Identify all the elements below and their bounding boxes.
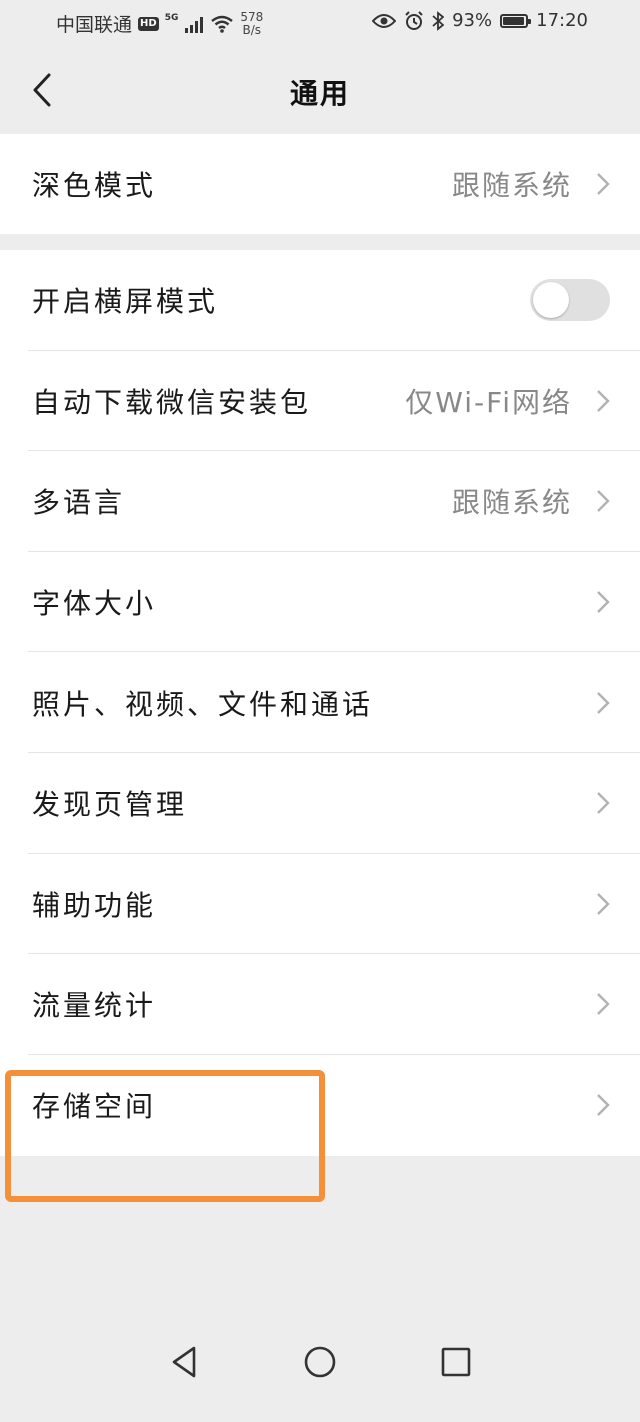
back-triangle-icon[interactable] bbox=[164, 1342, 204, 1382]
hd-icon: HD bbox=[138, 16, 159, 31]
battery-icon bbox=[500, 13, 532, 28]
row-label: 字体大小 bbox=[32, 587, 157, 621]
status-left: 中国联通 HD 5G 578 B/s bbox=[56, 10, 263, 37]
system-nav-bar bbox=[0, 1342, 640, 1422]
chevron-right-icon bbox=[596, 389, 610, 413]
settings-row-auto-download[interactable]: 自动下载微信安装包 仅Wi-Fi网络 bbox=[0, 351, 640, 452]
page-title: 通用 bbox=[289, 77, 350, 110]
row-label: 照片、视频、文件和通话 bbox=[32, 687, 374, 721]
bluetooth-icon bbox=[432, 10, 445, 31]
speed-unit: B/s bbox=[242, 22, 262, 37]
row-label: 开启横屏模式 bbox=[32, 285, 219, 319]
settings-row-font-size[interactable]: 字体大小 bbox=[0, 552, 640, 653]
nav-bar: 通用 bbox=[0, 48, 640, 134]
network-speed: 578 B/s bbox=[240, 9, 264, 37]
row-value: 跟随系统 bbox=[451, 486, 572, 520]
settings-group-display: 深色模式 跟随系统 bbox=[0, 134, 640, 234]
chevron-right-icon bbox=[596, 1093, 610, 1117]
row-label: 深色模式 bbox=[32, 169, 157, 202]
status-bar: 中国联通 HD 5G 578 B/s 93% 17:20 bbox=[0, 0, 640, 48]
row-label: 自动下载微信安装包 bbox=[32, 385, 312, 419]
chevron-right-icon bbox=[596, 791, 610, 815]
carrier-label: 中国联通 bbox=[56, 14, 133, 36]
row-label: 流量统计 bbox=[32, 989, 157, 1023]
battery-percent: 93% bbox=[452, 10, 493, 31]
speed-value: 578 bbox=[240, 9, 264, 24]
settings-row-dark-mode[interactable]: 深色模式 跟随系统 bbox=[0, 134, 640, 234]
signal-icon bbox=[185, 16, 204, 33]
network-type-label: 5G bbox=[164, 13, 179, 23]
wifi-icon bbox=[211, 15, 234, 33]
row-label: 存储空间 bbox=[32, 1090, 157, 1124]
status-right: 93% 17:20 bbox=[372, 10, 588, 31]
row-label: 多语言 bbox=[32, 486, 126, 520]
chevron-right-icon bbox=[596, 590, 610, 614]
clock: 17:20 bbox=[536, 10, 588, 31]
alarm-icon bbox=[405, 10, 423, 30]
row-value: 跟随系统 bbox=[451, 169, 572, 202]
recents-square-icon[interactable] bbox=[436, 1342, 476, 1382]
settings-general-page: 中国联通 HD 5G 578 B/s 93% 17:20 通用 深色模式 跟随系… bbox=[0, 0, 640, 1422]
settings-row-landscape: 开启横屏模式 bbox=[0, 250, 640, 351]
settings-row-accessibility[interactable]: 辅助功能 bbox=[0, 854, 640, 955]
chevron-right-icon bbox=[596, 172, 610, 196]
landscape-toggle[interactable] bbox=[530, 279, 610, 322]
settings-row-language[interactable]: 多语言 跟随系统 bbox=[0, 451, 640, 552]
settings-row-storage[interactable]: 存储空间 bbox=[0, 1055, 640, 1156]
row-label: 辅助功能 bbox=[32, 888, 157, 922]
settings-row-data-usage[interactable]: 流量统计 bbox=[0, 954, 640, 1055]
chevron-right-icon bbox=[596, 892, 610, 916]
toggle-knob bbox=[533, 282, 569, 319]
settings-group-general: 开启横屏模式 自动下载微信安装包 仅Wi-Fi网络 多语言 跟随系统 字体大小 bbox=[0, 250, 640, 1156]
row-value: 仅Wi-Fi网络 bbox=[405, 385, 572, 419]
chevron-right-icon bbox=[596, 691, 610, 715]
eye-icon bbox=[372, 13, 397, 28]
settings-row-discover[interactable]: 发现页管理 bbox=[0, 753, 640, 854]
battery-fill bbox=[503, 16, 524, 25]
home-circle-icon[interactable] bbox=[300, 1342, 340, 1382]
chevron-right-icon bbox=[596, 992, 610, 1016]
chevron-right-icon bbox=[596, 489, 610, 513]
settings-row-media[interactable]: 照片、视频、文件和通话 bbox=[0, 652, 640, 753]
row-label: 发现页管理 bbox=[32, 788, 188, 822]
